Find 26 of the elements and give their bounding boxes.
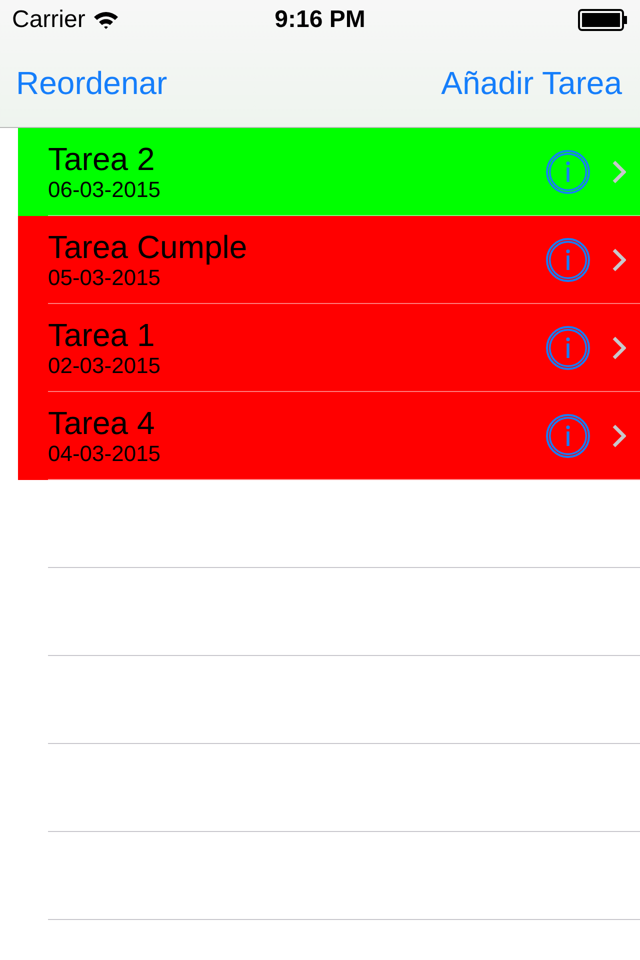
task-row-background[interactable]	[18, 128, 640, 216]
wifi-icon	[93, 10, 120, 30]
task-row-background[interactable]	[18, 216, 640, 304]
chevron-icon	[612, 424, 626, 448]
info-icon[interactable]	[546, 150, 590, 194]
task-title: Tarea 2	[48, 141, 156, 177]
task-date: 06-03-2015	[48, 177, 162, 203]
task-date: 05-03-2015	[48, 265, 162, 291]
info-icon[interactable]	[546, 326, 590, 370]
task-date: 02-03-2015	[48, 353, 162, 379]
chevron-icon	[612, 160, 626, 184]
chevron-icon	[612, 336, 626, 360]
task-date: 04-03-2015	[48, 441, 162, 467]
task-title: Tarea 4	[48, 405, 156, 441]
reorder-button[interactable]: Reordenar	[16, 65, 168, 102]
info-icon[interactable]	[546, 414, 590, 458]
chevron-icon	[612, 248, 626, 272]
clock-time: 9:16 PM	[274, 6, 366, 34]
task-title: Tarea 1	[48, 317, 156, 353]
carrier-name: Carrier	[12, 6, 86, 34]
add-task-button[interactable]: Añadir Tarea	[441, 65, 622, 102]
battery-icon	[578, 9, 628, 31]
info-icon[interactable]	[546, 238, 590, 282]
task-row-background[interactable]	[18, 304, 640, 392]
task-title: Tarea Cumple	[48, 229, 248, 265]
task-row-background[interactable]	[18, 392, 640, 480]
